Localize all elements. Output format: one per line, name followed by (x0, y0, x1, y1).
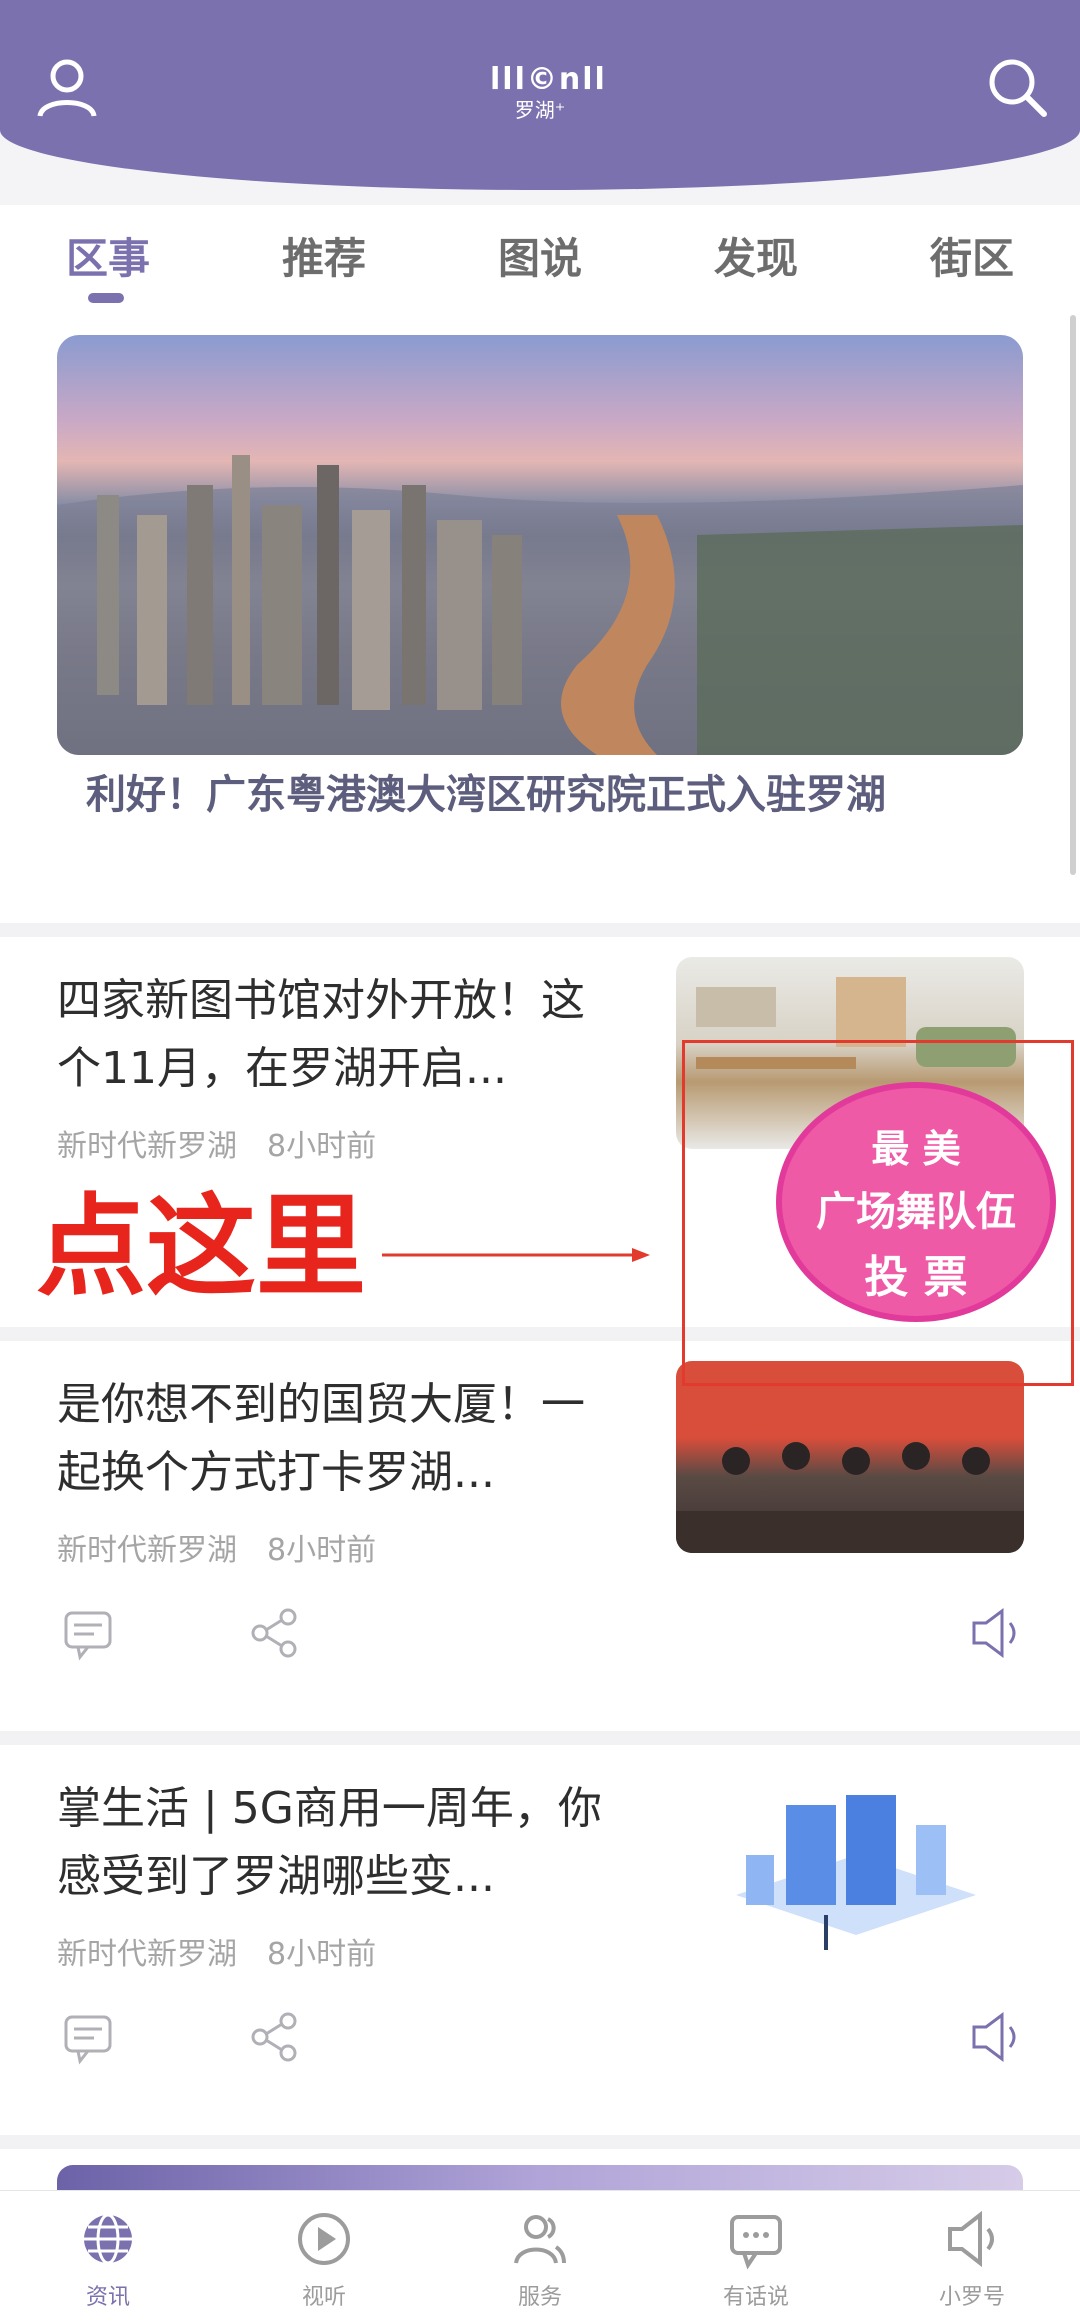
article-title[interactable]: 掌生活 | 5G商用一周年，你感受到了罗湖哪些变... (57, 1775, 617, 1911)
speaker-icon (948, 2210, 994, 2268)
nav-item-luohu[interactable]: 小罗号 (902, 2207, 1042, 2311)
5g-illustration (736, 1795, 976, 1950)
article-meta: 新时代新罗湖 8小时前 (57, 1121, 376, 1165)
speaker-icon[interactable] (966, 1603, 1026, 1663)
people-icon (514, 2215, 566, 2264)
logo-mark: lll©nll (490, 62, 607, 97)
nav-label: 小罗号 (938, 2285, 1005, 2310)
nav-item-news[interactable]: 资讯 (38, 2207, 178, 2311)
tab-jiequ[interactable]: 街区 (902, 225, 1042, 286)
app-logo: lll©nll 罗湖⁺ (490, 62, 607, 122)
share-icon[interactable] (244, 2007, 304, 2067)
nav-item-services[interactable]: 服务 (470, 2207, 610, 2311)
article-time: 8小时前 (267, 1937, 377, 1972)
annotation-text: 点这里 (36, 1183, 366, 1311)
article-actions (0, 2007, 1080, 2067)
divider (0, 2135, 1080, 2149)
article-source: 新时代新罗湖 (57, 1937, 237, 1972)
article-card[interactable]: 是你想不到的国贸大厦！一起换个方式打卡罗湖... 新时代新罗湖 8小时前 (0, 1341, 1080, 1731)
article-time: 8小时前 (267, 1129, 377, 1164)
nav-label: 视听 (301, 2285, 346, 2310)
annotation-arrow (382, 1248, 650, 1262)
comment-icon[interactable] (58, 1603, 118, 1663)
article-actions (0, 1603, 1080, 1663)
tab-tushuo[interactable]: 图说 (470, 225, 610, 286)
user-icon[interactable] (32, 52, 102, 122)
nav-label: 资讯 (85, 2285, 130, 2310)
nav-label: 服务 (517, 2285, 562, 2310)
vote-badge-line2: 广场舞队伍 (816, 1189, 1016, 1235)
article-meta: 新时代新罗湖 8小时前 (57, 1525, 376, 1569)
next-card-preview[interactable] (57, 2165, 1023, 2190)
globe-icon (84, 2213, 132, 2265)
article-time: 8小时前 (267, 1533, 377, 1568)
divider (0, 1731, 1080, 1745)
tab-tuijian[interactable]: 推荐 (254, 225, 394, 286)
speaker-icon[interactable] (966, 2007, 1026, 2067)
vote-badge[interactable]: 最 美 广场舞队伍 投 票 (776, 1082, 1056, 1322)
comment-icon[interactable] (58, 2007, 118, 2067)
app-header: lll©nll 罗湖⁺ (0, 0, 1080, 190)
play-icon (298, 2213, 350, 2265)
divider (0, 923, 1080, 937)
bottom-navigation: 资讯 视听 服务 有话说 小罗号 (0, 2190, 1080, 2322)
nav-item-media[interactable]: 视听 (254, 2207, 394, 2311)
hero-image[interactable] (57, 335, 1023, 755)
nav-item-talk[interactable]: 有话说 (686, 2207, 826, 2311)
article-title[interactable]: 是你想不到的国贸大厦！一起换个方式打卡罗湖... (57, 1371, 617, 1507)
tab-faxian[interactable]: 发现 (686, 225, 826, 286)
logo-subtitle: 罗湖⁺ (514, 98, 566, 122)
article-title[interactable]: 四家新图书馆对外开放！这个11月，在罗湖开启... (57, 967, 617, 1103)
scrollbar[interactable] (1070, 315, 1076, 875)
article-meta: 新时代新罗湖 8小时前 (57, 1929, 376, 1973)
tab-quxshi[interactable]: 区事 (38, 225, 178, 286)
chat-icon (730, 2215, 782, 2270)
article-card[interactable]: 掌生活 | 5G商用一周年，你感受到了罗湖哪些变... 新时代新罗湖 8小时前 (0, 1745, 1080, 2135)
concert-image (676, 1442, 1024, 1553)
concert-thumbnail[interactable] (676, 1361, 1024, 1553)
city-skyline-image (57, 455, 1023, 755)
hero-title[interactable]: 利好！广东粤港澳大湾区研究院正式入驻罗湖 (86, 763, 986, 827)
vote-badge-line1: 最 美 (871, 1127, 961, 1171)
5g-thumbnail[interactable] (676, 1765, 1024, 1957)
article-source: 新时代新罗湖 (57, 1533, 237, 1568)
search-icon[interactable] (982, 52, 1052, 122)
article-source: 新时代新罗湖 (57, 1129, 237, 1164)
vote-badge-line3: 投 票 (864, 1252, 968, 1303)
nav-label: 有话说 (722, 2285, 789, 2310)
active-tab-indicator (88, 293, 124, 303)
category-tabs: 区事 推荐 图说 发现 街区 (0, 205, 1080, 315)
share-icon[interactable] (244, 1603, 304, 1663)
